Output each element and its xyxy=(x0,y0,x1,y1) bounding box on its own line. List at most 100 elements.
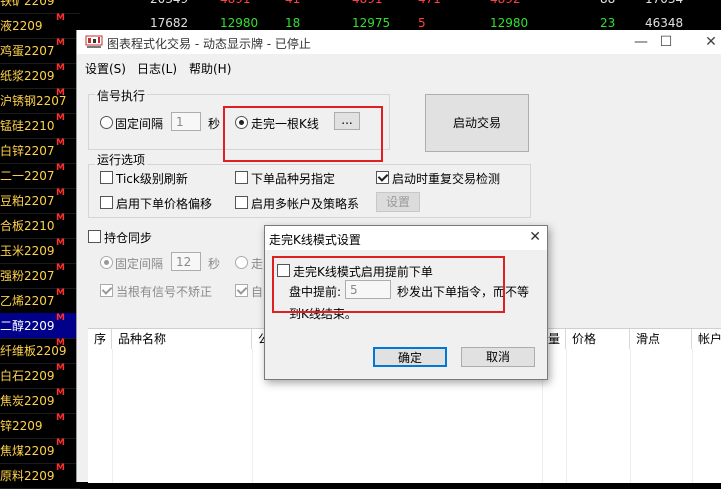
position-sync-checkbox[interactable] xyxy=(88,230,101,243)
tick-refresh-checkbox[interactable] xyxy=(100,171,113,184)
kline-mode-dialog: 走完K线模式设置 ✕ 走完K线模式启用提前下单 盘中提前: 5 秒发出下单指令，… xyxy=(264,225,548,380)
col-product-name[interactable]: 品种名称 xyxy=(112,329,252,349)
quote-row-name: 锌2209 xyxy=(0,419,43,433)
quote-row[interactable]: 纤维板2209 M xyxy=(0,338,80,364)
quote-row[interactable]: 乙烯2207 M xyxy=(0,288,80,314)
quote-row-name: 铁矿2209 xyxy=(0,0,55,8)
order-product-label: 下单品种另指定 xyxy=(251,172,336,186)
highlight-box-early-order xyxy=(272,256,505,313)
maximize-button[interactable]: ☐ xyxy=(646,32,686,52)
title-bar: 图表程式化交易 - 动态显示牌 - 已停止 — ☐ ✕ xyxy=(77,30,721,54)
col-account[interactable]: 帐户 xyxy=(692,329,721,349)
multi-account-checkbox[interactable] xyxy=(235,196,248,209)
restart-check-checkbox[interactable] xyxy=(376,171,389,184)
auto-checkbox[interactable] xyxy=(235,284,248,297)
restart-check-label: 启动时重复交易检测 xyxy=(392,172,501,186)
quote-number: 4891 xyxy=(352,0,383,6)
sync-kline-radio[interactable] xyxy=(235,256,248,269)
cancel-button[interactable]: 取消 xyxy=(461,347,535,367)
col-price[interactable]: 价格 xyxy=(566,329,630,349)
quote-row[interactable]: 焦煤2209 M xyxy=(0,438,80,464)
quote-row-name: 锰硅2210 xyxy=(0,119,55,133)
grid-line xyxy=(112,349,113,483)
quote-row[interactable]: 玉米2209 M xyxy=(0,238,80,264)
quote-row[interactable]: 二醇2209 M xyxy=(0,313,80,339)
quote-row-marker: M xyxy=(56,113,65,123)
ok-button[interactable]: 确定 xyxy=(373,347,447,367)
quote-row-name: 强粉2207 xyxy=(0,269,55,283)
menu-log[interactable]: 日志(L) xyxy=(137,60,177,77)
quote-row[interactable]: 铁矿2209M xyxy=(0,0,80,14)
quote-number: 20349 xyxy=(150,0,188,6)
app-logo-icon xyxy=(85,35,103,48)
quote-number: 18 xyxy=(285,16,301,30)
menu-bar: 设置(S) 日志(L) 帮助(H) xyxy=(77,54,721,78)
fixed-interval-input[interactable]: 1 xyxy=(171,112,201,131)
quote-number: 46348 xyxy=(645,16,684,30)
quote-row-marker: M xyxy=(56,38,65,48)
quote-row-name: 合板2210 xyxy=(0,219,55,233)
col-index[interactable]: 序 xyxy=(88,329,112,349)
quote-row-name: 焦煤2209 xyxy=(0,444,55,458)
quote-row[interactable]: 焦炭2209 M xyxy=(0,388,80,414)
quote-row[interactable]: 纸浆2209 M xyxy=(0,63,80,89)
multi-account-label: 启用多帐户及策略系 xyxy=(251,197,360,211)
quote-row[interactable]: 鸡蛋2207 M xyxy=(0,38,80,64)
sync-kline-label: 走 xyxy=(251,257,264,271)
dialog-close-button[interactable]: ✕ xyxy=(529,229,541,245)
grid-line xyxy=(692,349,693,483)
highlight-box-kline xyxy=(223,106,383,162)
quote-row[interactable]: 锌2209 M xyxy=(0,413,80,439)
menu-help[interactable]: 帮助(H) xyxy=(189,60,231,77)
dialog-title: 走完K线模式设置 xyxy=(269,233,361,247)
position-sync-label: 持仓同步 xyxy=(104,231,153,245)
quote-number: 12980 xyxy=(220,16,259,30)
col-slippage[interactable]: 滑点 xyxy=(630,329,692,349)
quote-row[interactable]: 锰硅2210 M xyxy=(0,113,80,139)
quote-row-name: 纸浆2209 xyxy=(0,69,55,83)
quote-row-marker: M xyxy=(56,363,65,373)
quote-row-name: 二醇2209 xyxy=(0,319,55,333)
run-options-label: 运行选项 xyxy=(95,151,148,168)
price-offset-checkbox[interactable] xyxy=(100,196,113,209)
signal-group-label: 信号执行 xyxy=(95,87,148,104)
quote-row[interactable]: 液2209 M xyxy=(0,13,80,39)
quote-row-marker: M xyxy=(56,63,65,73)
sync-fixed-interval-radio[interactable] xyxy=(100,256,113,269)
grid-line xyxy=(630,349,631,483)
quote-number: 471 xyxy=(418,0,441,6)
fixed-interval-label: 固定间隔 xyxy=(115,117,164,131)
multi-account-settings-button[interactable]: 设置 xyxy=(376,192,420,212)
quote-row[interactable]: 强粉2207 M xyxy=(0,263,80,289)
start-trading-button[interactable]: 启动交易 xyxy=(425,94,529,152)
seconds-unit: 秒 xyxy=(208,117,221,131)
quote-row[interactable]: 白锌2207 M xyxy=(0,138,80,164)
quote-row-marker: M xyxy=(56,88,65,98)
quote-row[interactable]: 原料2209 M xyxy=(0,463,80,489)
quote-row-marker: M xyxy=(56,438,65,448)
quote-row-marker: M xyxy=(56,463,65,473)
no-correct-label: 当根有信号不矫正 xyxy=(116,285,213,299)
window-title: 图表程式化交易 - 动态显示牌 - 已停止 xyxy=(107,37,311,51)
no-correct-checkbox[interactable] xyxy=(100,284,113,297)
close-button[interactable]: ✕ xyxy=(691,32,721,52)
quote-row[interactable]: 豆粕2207 M xyxy=(0,188,80,214)
quote-row[interactable]: 白石2209 M xyxy=(0,363,80,389)
quote-row-marker: M xyxy=(56,338,65,348)
sync-interval-input[interactable]: 12 xyxy=(171,252,201,271)
quote-row-name: 焦炭2209 xyxy=(0,394,55,408)
quote-row-marker: M xyxy=(56,388,65,398)
quote-row-name: 乙烯2207 xyxy=(0,294,55,308)
quote-number: 88 xyxy=(600,0,615,6)
menu-settings[interactable]: 设置(S) xyxy=(85,60,126,77)
quote-row[interactable]: 沪锈钢2207 M xyxy=(0,88,80,114)
auto-label: 自 xyxy=(251,285,264,299)
quote-row-marker: M xyxy=(56,288,65,298)
order-product-checkbox[interactable] xyxy=(235,171,248,184)
quote-row[interactable]: 二一2207 M xyxy=(0,163,80,189)
quote-number: 5 xyxy=(418,16,426,30)
fixed-interval-radio[interactable] xyxy=(100,116,113,129)
price-offset-label: 启用下单价格偏移 xyxy=(116,197,213,211)
quote-row[interactable]: 合板2210 M xyxy=(0,213,80,239)
quote-row-marker: M xyxy=(56,138,65,148)
